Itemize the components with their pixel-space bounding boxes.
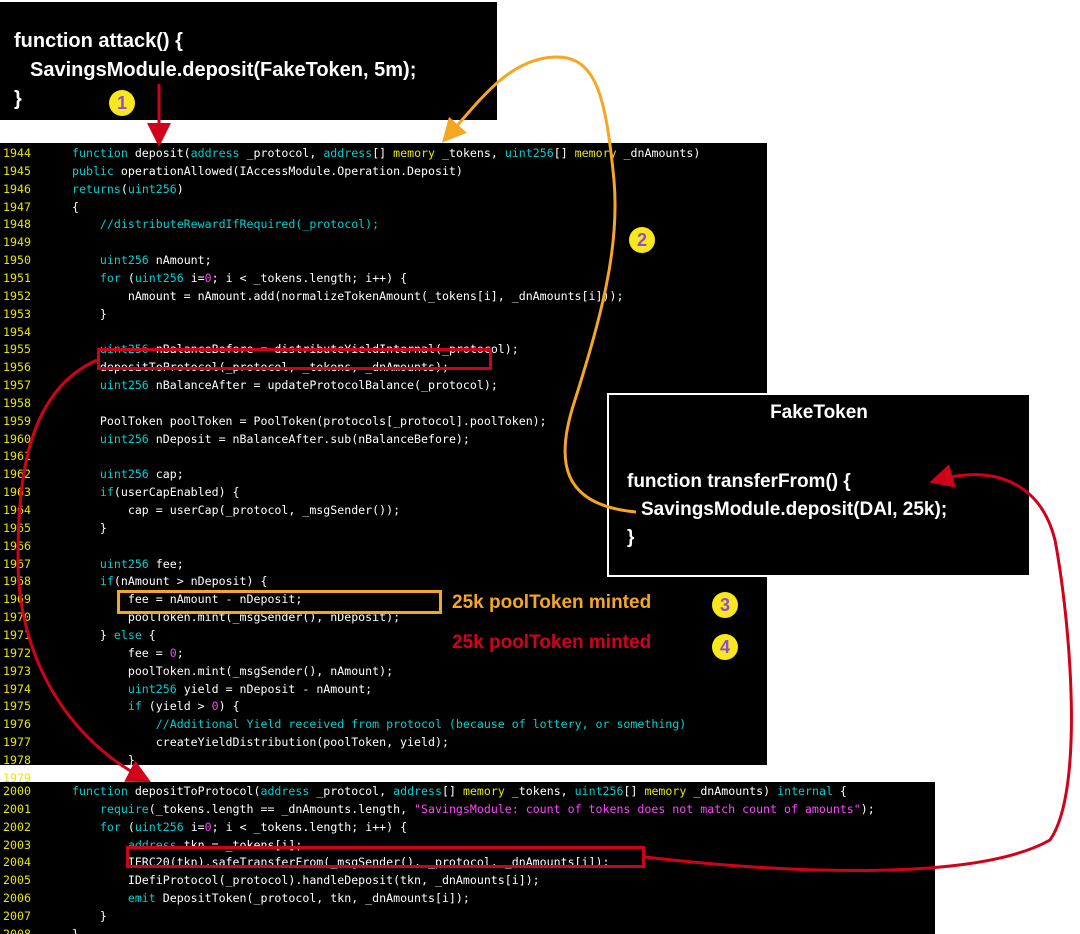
step-badge-2: 2 — [629, 227, 655, 253]
diagram-canvas: function attack() { SavingsModule.deposi… — [0, 0, 1080, 934]
arrow-call-to-definition — [16, 358, 151, 783]
arrow-reentry-to-deposit — [442, 55, 637, 514]
step-badge-4: 4 — [712, 634, 738, 660]
arrow-transfer-to-fake-token — [644, 464, 1073, 872]
step-badge-1: 1 — [109, 90, 135, 116]
step-badge-3: 3 — [712, 592, 738, 618]
flow-arrows — [16, 55, 1073, 872]
